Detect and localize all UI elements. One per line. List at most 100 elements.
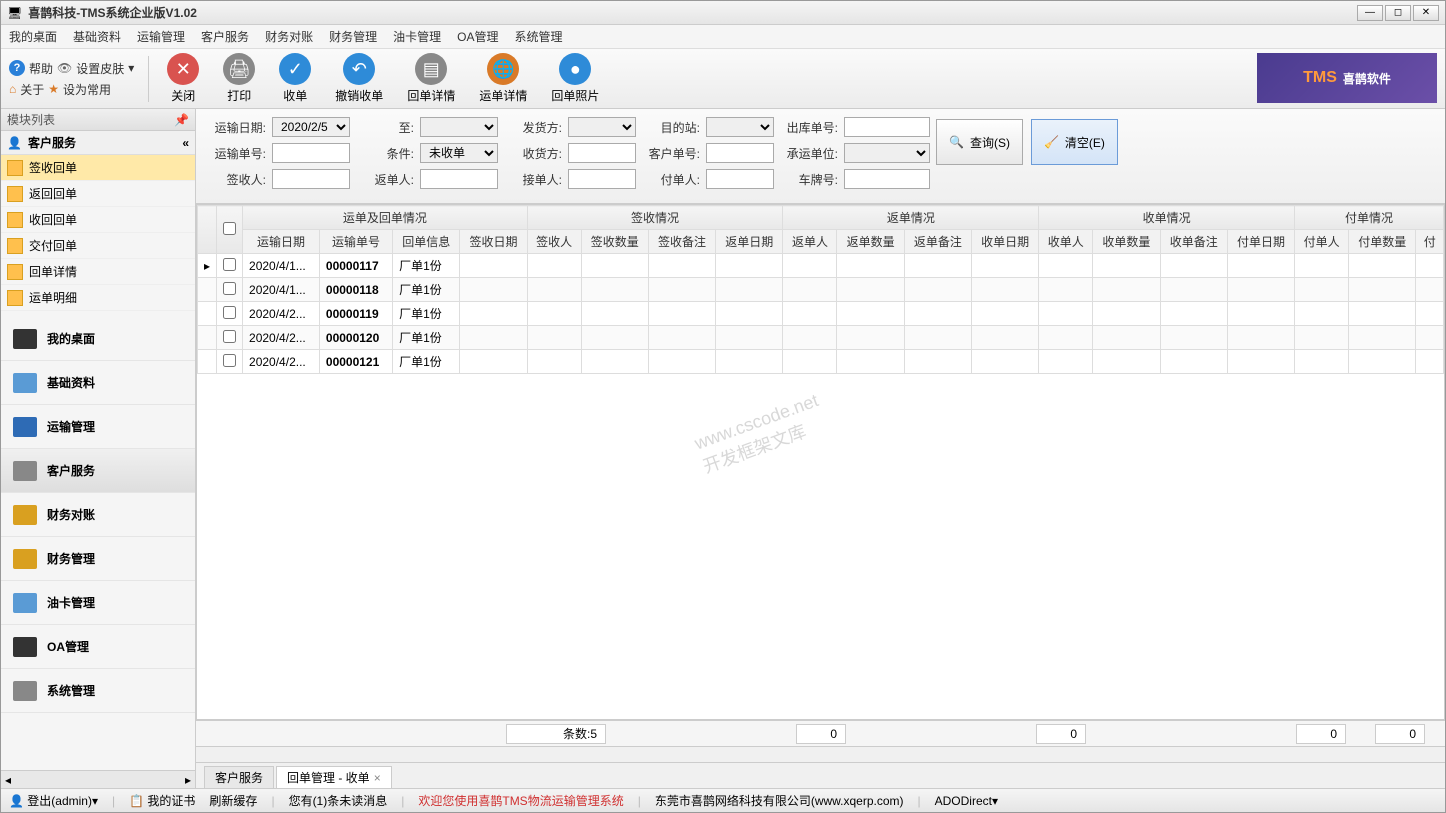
horizontal-scrollbar[interactable] [196,746,1445,762]
nav-3[interactable]: 客户服务 [1,449,195,493]
filter-input-frow2-4[interactable] [844,143,930,163]
unread-link[interactable]: 您有(1)条未读消息 [289,792,388,809]
menu-4[interactable]: 财务对账 [265,28,313,45]
nav-6[interactable]: 油卡管理 [1,581,195,625]
filter-input-frow1-2[interactable] [568,117,636,137]
col-header[interactable]: 运输单号 [319,230,392,254]
tab-0[interactable]: 客户服务 [204,766,274,788]
toolbar-btn-6[interactable]: ●回单照片 [551,53,599,104]
toolbar-btn-1[interactable]: 🖨打印 [223,53,255,104]
data-grid[interactable]: 运单及回单情况签收情况返单情况收单情况付单情况运输日期运输单号回单信息签收日期签… [196,204,1445,720]
toolbar-btn-4[interactable]: ▤回单详情 [407,53,455,104]
col-header[interactable]: 收单备注 [1160,230,1227,254]
menu-5[interactable]: 财务管理 [329,28,377,45]
row-check[interactable] [223,354,236,367]
refresh-link[interactable]: 刷新缓存 [209,792,257,809]
filter-input-frow2-2[interactable] [568,143,636,163]
filter-input-frow2-0[interactable] [272,143,350,163]
minimize-button[interactable]: — [1357,5,1383,21]
col-header[interactable]: 签收数量 [581,230,648,254]
close-button[interactable]: ✕ [1413,5,1439,21]
filter-input-frow3-3[interactable] [706,169,774,189]
toolbar-btn-0[interactable]: ✕关闭 [167,53,199,104]
filter-input-frow1-0[interactable]: 2020/2/5 星 [272,117,350,137]
pin-icon[interactable]: 📌 [174,113,189,127]
sidebar-group[interactable]: 👤 客户服务 « [1,131,195,155]
filter-input-frow3-1[interactable] [420,169,498,189]
cert-link[interactable]: 📋 我的证书 [129,792,195,809]
query-button[interactable]: 🔍 查询(S) [936,119,1023,165]
nav-0[interactable]: 我的桌面 [1,317,195,361]
sidebar-item-4[interactable]: 回单详情 [1,259,195,285]
table-row[interactable]: ▸2020/4/1...00000117厂单1份 [198,254,1444,278]
menu-0[interactable]: 我的桌面 [9,28,57,45]
col-header[interactable]: 收单人 [1039,230,1093,254]
col-header[interactable]: 返单人 [783,230,837,254]
sidebar-item-3[interactable]: 交付回单 [1,233,195,259]
filter-input-frow3-0[interactable] [272,169,350,189]
logout-link[interactable]: 👤 登出(admin)▾ [9,792,98,809]
nav-5[interactable]: 财务管理 [1,537,195,581]
row-check[interactable] [223,306,236,319]
ado-link[interactable]: ADODirect▾ [935,794,998,808]
about-link[interactable]: ⌂关于 [9,81,44,98]
nav-4[interactable]: 财务对账 [1,493,195,537]
nav-1[interactable]: 基础资料 [1,361,195,405]
col-header[interactable]: 返单数量 [837,230,904,254]
filter-input-frow1-3[interactable] [706,117,774,137]
skin-link[interactable]: 👁设置皮肤▾ [57,60,134,77]
menu-3[interactable]: 客户服务 [201,28,249,45]
menu-1[interactable]: 基础资料 [73,28,121,45]
row-check[interactable] [223,282,236,295]
sidebar-scroll-right[interactable]: ▸ [185,773,191,787]
filter-input-frow2-1[interactable]: 未收单 [420,143,498,163]
filter-input-frow1-4[interactable] [844,117,930,137]
col-header[interactable]: 付单数量 [1349,230,1416,254]
col-header[interactable]: 收单日期 [972,230,1039,254]
sidebar-item-0[interactable]: 签收回单 [1,155,195,181]
nav-2[interactable]: 运输管理 [1,405,195,449]
menu-6[interactable]: 油卡管理 [393,28,441,45]
filter-input-frow1-1[interactable] [420,117,498,137]
sidebar-item-1[interactable]: 返回回单 [1,181,195,207]
table-row[interactable]: 2020/4/2...00000121厂单1份 [198,350,1444,374]
col-header[interactable]: 付单日期 [1227,230,1294,254]
col-header[interactable]: 返单备注 [904,230,971,254]
col-header[interactable]: 签收备注 [648,230,715,254]
menu-2[interactable]: 运输管理 [137,28,185,45]
filter-input-frow3-4[interactable] [844,169,930,189]
sidebar-item-5[interactable]: 运单明细 [1,285,195,311]
close-icon[interactable]: × [374,771,381,785]
fav-link[interactable]: ★设为常用 [48,81,111,98]
col-header[interactable]: 收单数量 [1093,230,1160,254]
sidebar-scroll-left[interactable]: ◂ [5,773,11,787]
table-row[interactable]: 2020/4/2...00000119厂单1份 [198,302,1444,326]
col-header[interactable]: 签收日期 [460,230,527,254]
col-header[interactable]: 返单日期 [716,230,783,254]
clear-button[interactable]: 🧹 清空(E) [1031,119,1118,165]
col-header[interactable]: 运输日期 [243,230,320,254]
menu-8[interactable]: 系统管理 [514,28,562,45]
table-row[interactable]: 2020/4/1...00000118厂单1份 [198,278,1444,302]
tab-1[interactable]: 回单管理 - 收单× [276,766,392,788]
toolbar-btn-5[interactable]: 🌐运单详情 [479,53,527,104]
toolbar-btn-2[interactable]: ✓收单 [279,53,311,104]
sidebar-item-2[interactable]: 收回回单 [1,207,195,233]
nav-7[interactable]: OA管理 [1,625,195,669]
collapse-icon[interactable]: « [182,136,189,150]
col-header[interactable]: 签收人 [527,230,581,254]
col-header[interactable]: 付 [1416,230,1444,254]
row-check[interactable] [223,258,236,271]
filter-input-frow2-3[interactable] [706,143,774,163]
row-check[interactable] [223,330,236,343]
col-header[interactable]: 付单人 [1295,230,1349,254]
filter-input-frow3-2[interactable] [568,169,636,189]
menu-7[interactable]: OA管理 [457,28,498,45]
help-link[interactable]: ?帮助 [9,60,53,77]
select-all[interactable] [223,222,236,235]
table-row[interactable]: 2020/4/2...00000120厂单1份 [198,326,1444,350]
maximize-button[interactable]: ◻ [1385,5,1411,21]
col-header[interactable]: 回单信息 [393,230,460,254]
nav-8[interactable]: 系统管理 [1,669,195,713]
toolbar-btn-3[interactable]: ↶撤销收单 [335,53,383,104]
